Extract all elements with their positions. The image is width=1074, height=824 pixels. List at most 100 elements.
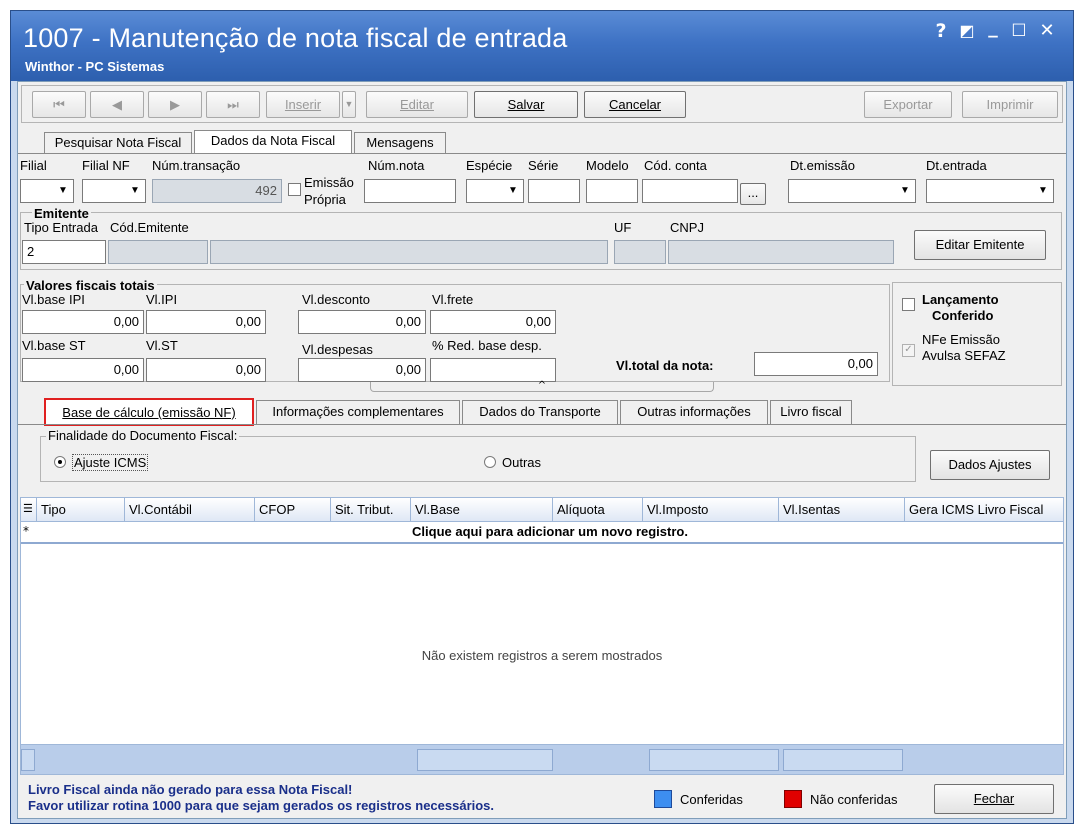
modelo-label: Modelo	[586, 158, 629, 173]
tab-pesquisar-label: Pesquisar Nota Fiscal	[54, 135, 182, 150]
chevron-up-icon: ^	[537, 380, 547, 391]
serie-field[interactable]	[528, 179, 580, 203]
dt-emissao-field[interactable]: ▼	[788, 179, 916, 203]
filial-nf-select[interactable]: ▼	[82, 179, 146, 203]
dados-ajustes-button[interactable]: Dados Ajustes	[930, 450, 1050, 480]
print-button[interactable]: Imprimir	[962, 91, 1058, 118]
minimize-icon[interactable]: _	[981, 17, 1005, 37]
save-button[interactable]: Salvar	[474, 91, 578, 118]
col-vl-imposto[interactable]: Vl.Imposto	[643, 498, 779, 521]
col-cfop[interactable]: CFOP	[255, 498, 331, 521]
cod-conta-field[interactable]	[642, 179, 738, 203]
tipo-entrada-label: Tipo Entrada	[24, 220, 98, 235]
num-transacao-label: Núm.transação	[152, 158, 241, 173]
vl-frete-field[interactable]: 0,00	[430, 310, 556, 334]
column-chooser-icon[interactable]: ☰	[21, 498, 37, 521]
red-base-desp-field[interactable]	[430, 358, 556, 382]
toolbar: ⏮ ◀ ▶ ⏭ Inserir ▼ Editar Salvar Cancelar…	[21, 85, 1063, 123]
vl-st-label: Vl.ST	[146, 338, 178, 353]
uf-label: UF	[614, 220, 632, 235]
footer-cell-vl-base	[417, 749, 553, 771]
first-record-button[interactable]: ⏮	[32, 91, 86, 118]
main-window: 1007 - Manutenção de nota fiscal de entr…	[10, 10, 1074, 824]
title-bar[interactable]: 1007 - Manutenção de nota fiscal de entr…	[11, 11, 1073, 81]
cancel-button[interactable]: Cancelar	[584, 91, 686, 118]
col-sit-tribut[interactable]: Sit. Tribut.	[331, 498, 411, 521]
tab-dados[interactable]: Dados da Nota Fiscal	[194, 130, 352, 154]
filial-select[interactable]: ▼	[20, 179, 74, 203]
splitter-handle[interactable]: ^	[370, 380, 714, 392]
vl-ipi-field[interactable]: 0,00	[146, 310, 266, 334]
conferido-label: Conferido	[932, 308, 994, 323]
col-gera-icms[interactable]: Gera ICMS Livro Fiscal	[905, 498, 1063, 521]
save-label: Salvar	[507, 97, 545, 112]
prev-icon: ◀	[112, 97, 122, 112]
tab-livro-fiscal[interactable]: Livro fiscal	[770, 400, 852, 424]
unconfirmed-legend-swatch	[784, 790, 802, 808]
edit-emitente-label: Editar Emitente	[935, 237, 1025, 252]
tab-dados-transporte[interactable]: Dados do Transporte	[462, 400, 618, 424]
chevron-down-icon: ▼	[126, 181, 144, 201]
cnpj-field	[668, 240, 894, 264]
vl-total-field: 0,00	[754, 352, 878, 376]
chevron-down-icon: ▼	[1034, 181, 1052, 201]
filial-nf-label: Filial NF	[82, 158, 130, 173]
last-record-button[interactable]: ⏭	[206, 91, 260, 118]
help-icon[interactable]: ?	[929, 21, 953, 41]
tab-mensagens-label: Mensagens	[366, 135, 434, 150]
unconfirmed-legend-label: Não conferidas	[810, 792, 898, 807]
tab-livro-fiscal-label: Livro fiscal	[780, 404, 842, 419]
especie-select[interactable]: ▼	[466, 179, 524, 203]
edit-emitente-button[interactable]: Editar Emitente	[914, 230, 1046, 260]
tab-outras-informacoes[interactable]: Outras informações	[620, 400, 768, 424]
vl-despesas-field[interactable]: 0,00	[298, 358, 426, 382]
new-row[interactable]: * Clique aqui para adicionar um novo reg…	[21, 522, 1063, 544]
outras-radio[interactable]	[484, 456, 496, 468]
lancamento-conferido-checkbox[interactable]	[902, 298, 915, 311]
tab-pesquisar[interactable]: Pesquisar Nota Fiscal	[44, 132, 192, 154]
maximize-icon[interactable]: ☐	[1007, 21, 1031, 41]
vl-desconto-label: Vl.desconto	[302, 292, 370, 307]
close-button[interactable]: Fechar	[934, 784, 1054, 814]
edit-button[interactable]: Editar	[366, 91, 468, 118]
red-base-desp-label: % Red. base desp.	[432, 338, 542, 353]
nfe-avulsa-checkbox[interactable]: ✓	[902, 344, 915, 357]
num-transacao-field: 492	[152, 179, 282, 203]
emissao-propria-checkbox[interactable]	[288, 183, 301, 196]
ajuste-icms-radio[interactable]	[54, 456, 66, 468]
num-nota-field[interactable]	[364, 179, 456, 203]
col-vl-isentas[interactable]: Vl.Isentas	[779, 498, 905, 521]
window-title: 1007 - Manutenção de nota fiscal de entr…	[23, 23, 568, 53]
col-aliquota[interactable]: Alíquota	[553, 498, 643, 521]
ajuste-icms-label: Ajuste ICMS	[72, 454, 149, 471]
tipo-entrada-field[interactable]: 2	[22, 240, 106, 264]
grid-header: ☰ Tipo Vl.Contábil CFOP Sit. Tribut. Vl.…	[21, 498, 1063, 522]
close-icon[interactable]: ✕	[1035, 21, 1059, 41]
avulsa-sefaz-label: Avulsa SEFAZ	[922, 348, 1006, 363]
col-tipo[interactable]: Tipo	[37, 498, 125, 521]
tab-info-complementares[interactable]: Informações complementares	[256, 400, 460, 424]
insert-dropdown-button[interactable]: ▼	[342, 91, 356, 118]
modelo-field[interactable]	[586, 179, 638, 203]
vl-st-field[interactable]: 0,00	[146, 358, 266, 382]
insert-button[interactable]: Inserir	[266, 91, 340, 118]
vl-desconto-field[interactable]: 0,00	[298, 310, 426, 334]
next-record-button[interactable]: ▶	[148, 91, 202, 118]
dt-entrada-field[interactable]: ▼	[926, 179, 1054, 203]
icms-grid: ☰ Tipo Vl.Contábil CFOP Sit. Tribut. Vl.…	[20, 497, 1064, 775]
tab-mensagens[interactable]: Mensagens	[354, 132, 446, 154]
cod-conta-lookup-button[interactable]: ...	[740, 183, 766, 205]
export-button[interactable]: Exportar	[864, 91, 952, 118]
lancamento-label: Lançamento	[922, 292, 999, 307]
status-area: Livro Fiscal ainda não gerado para essa …	[20, 778, 1064, 818]
restore-icon[interactable]: ◩	[955, 21, 979, 41]
last-icon: ⏭	[227, 97, 239, 112]
prev-record-button[interactable]: ◀	[90, 91, 144, 118]
nfe-emissao-label: NFe Emissão	[922, 332, 1001, 347]
vl-base-ipi-field[interactable]: 0,00	[22, 310, 144, 334]
col-vl-contabil[interactable]: Vl.Contábil	[125, 498, 255, 521]
vl-base-st-field[interactable]: 0,00	[22, 358, 144, 382]
col-vl-base[interactable]: Vl.Base	[411, 498, 553, 521]
tab-base-calculo[interactable]: Base de cálculo (emissão NF)	[44, 398, 254, 426]
status-message-2: Favor utilizar rotina 1000 para que seja…	[28, 798, 495, 813]
